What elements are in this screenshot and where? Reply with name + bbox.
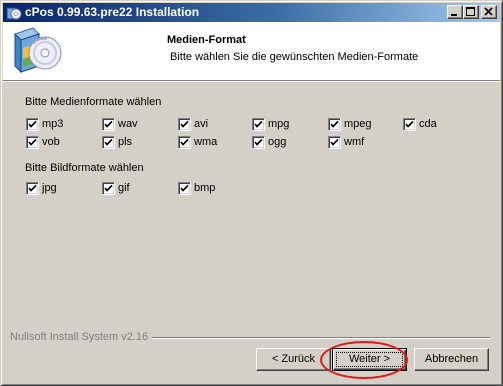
checkbox-label: ogg — [268, 136, 287, 148]
checkbox-box[interactable] — [328, 136, 341, 149]
checkbox-box[interactable] — [102, 182, 115, 195]
checkbox-box[interactable] — [178, 136, 191, 149]
page-title: Medien-Format — [167, 34, 246, 46]
checkbox-label: mp3 — [42, 118, 64, 130]
checkbox-label: wma — [194, 136, 218, 148]
check-icon — [330, 120, 339, 128]
checkbox-label: mpg — [268, 118, 290, 130]
checkbox-label: pls — [118, 136, 133, 148]
close-icon — [484, 7, 493, 16]
check-icon — [330, 138, 339, 146]
checkbox-box[interactable] — [26, 118, 39, 131]
checkbox-label: mpeg — [344, 118, 372, 130]
minimize-icon — [451, 14, 457, 16]
image-formats-label: Bitte Bildformate wählen — [25, 162, 144, 174]
minimize-button[interactable] — [447, 5, 463, 19]
page-header: Medien-Format Bitte wählen Sie die gewün… — [3, 22, 500, 80]
checkbox-label: wav — [118, 118, 138, 130]
window-title: cPos 0.99.63.pre22 Installation — [25, 5, 200, 19]
checkbox-box[interactable] — [178, 118, 191, 131]
cancel-button[interactable]: Abbrechen — [414, 348, 489, 371]
checkbox-box[interactable] — [328, 118, 341, 131]
media-formats-label: Bitte Medienformate wählen — [25, 96, 162, 108]
check-icon — [104, 138, 113, 146]
header-divider-highlight — [3, 81, 500, 82]
checkbox-box[interactable] — [252, 136, 265, 149]
check-icon — [254, 120, 263, 128]
check-icon — [254, 138, 263, 146]
checkbox-box[interactable] — [102, 118, 115, 131]
checkbox-label: vob — [42, 136, 60, 148]
title-bar[interactable]: cPos 0.99.63.pre22 Installation — [3, 3, 500, 22]
check-icon — [28, 184, 37, 192]
checkbox-box[interactable] — [252, 118, 265, 131]
maximize-icon — [466, 7, 475, 16]
installer-window: cPos 0.99.63.pre22 Installation Medien-F… — [0, 0, 503, 386]
check-icon — [405, 120, 414, 128]
checkbox-label: avi — [194, 118, 209, 130]
focus-ring — [336, 352, 403, 367]
next-button[interactable]: Weiter > — [332, 348, 407, 371]
check-icon — [180, 184, 189, 192]
check-icon — [28, 120, 37, 128]
checkbox-label: gif — [118, 182, 130, 194]
checkbox-box[interactable] — [26, 136, 39, 149]
footer-divider-highlight — [152, 338, 490, 339]
check-icon — [180, 138, 189, 146]
installer-icon — [6, 5, 22, 21]
close-button[interactable] — [481, 5, 497, 19]
checkbox-box[interactable] — [403, 118, 416, 131]
check-icon — [180, 120, 189, 128]
checkbox-label: bmp — [194, 182, 216, 194]
page-subtitle: Bitte wählen Sie die gewünschten Medien-… — [170, 51, 419, 63]
check-icon — [104, 184, 113, 192]
back-button[interactable]: < Zurück — [256, 348, 331, 371]
check-icon — [104, 120, 113, 128]
maximize-button[interactable] — [463, 5, 479, 19]
checkbox-label: wmf — [344, 136, 365, 148]
cd-box-icon — [9, 26, 63, 76]
checkbox-label: cda — [419, 118, 437, 130]
nsis-branding: Nullsoft Install System v2.16 — [10, 331, 149, 343]
checkbox-label: jpg — [42, 182, 57, 194]
checkbox-box[interactable] — [102, 136, 115, 149]
check-icon — [28, 138, 37, 146]
checkbox-box[interactable] — [178, 182, 191, 195]
checkbox-box[interactable] — [26, 182, 39, 195]
